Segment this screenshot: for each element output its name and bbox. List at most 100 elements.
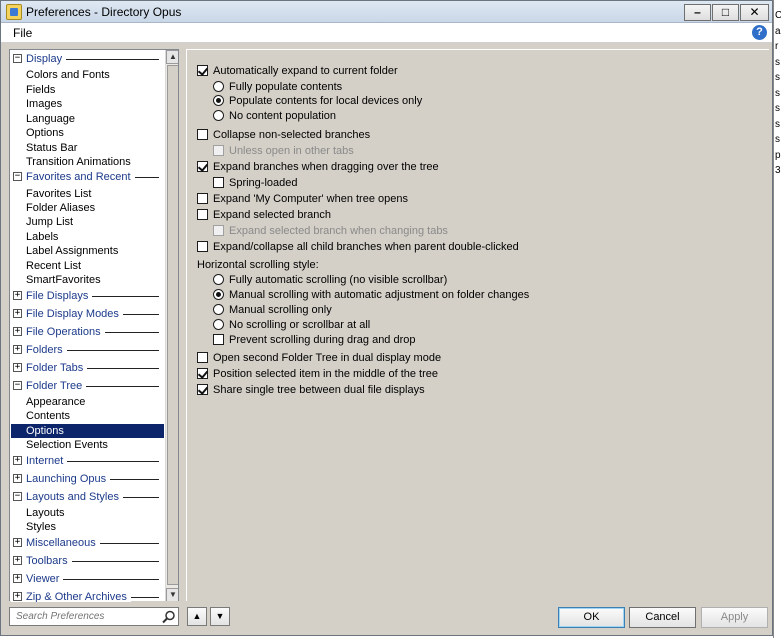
- tree-category-folder-tabs[interactable]: + Folder Tabs: [11, 361, 164, 375]
- share-single-tree-checkbox[interactable]: Share single tree between dual file disp…: [197, 383, 425, 397]
- prevent-scroll-drag-checkbox[interactable]: Prevent scrolling during drag and drop: [213, 333, 416, 347]
- ok-button[interactable]: OK: [558, 607, 625, 628]
- tree-item-label-assignments[interactable]: Label Assignments: [11, 244, 164, 258]
- checkbox-icon[interactable]: [197, 241, 208, 252]
- collapse-non-selected-checkbox[interactable]: Collapse non-selected branches: [197, 128, 370, 142]
- tree-item-layouts[interactable]: Layouts: [11, 506, 164, 520]
- tree-item-language[interactable]: Language: [11, 112, 164, 126]
- tree-category-file-display-modes[interactable]: + File Display Modes: [11, 307, 164, 321]
- radio-icon[interactable]: [213, 274, 224, 285]
- expand-icon[interactable]: +: [13, 474, 22, 483]
- help-icon[interactable]: ?: [752, 25, 767, 40]
- tree-item-status-bar[interactable]: Status Bar: [11, 141, 164, 155]
- title-bar[interactable]: Preferences - Directory Opus – □ ✕: [1, 1, 772, 23]
- menu-file[interactable]: File: [11, 25, 34, 41]
- tree-category-layouts-and-styles[interactable]: − Layouts and Styles: [11, 490, 164, 504]
- no-population-radio[interactable]: No content population: [213, 109, 336, 123]
- checkbox-icon[interactable]: [197, 129, 208, 140]
- scroll-thumb[interactable]: [167, 65, 178, 585]
- checkbox-icon[interactable]: [197, 65, 208, 76]
- expand-icon[interactable]: +: [13, 327, 22, 336]
- radio-icon[interactable]: [213, 95, 224, 106]
- checkbox-icon[interactable]: [197, 193, 208, 204]
- tree-item-images[interactable]: Images: [11, 97, 164, 111]
- auto-expand-checkbox[interactable]: Automatically expand to current folder: [197, 64, 398, 78]
- expand-icon[interactable]: +: [13, 363, 22, 372]
- tree-category-miscellaneous[interactable]: + Miscellaneous: [11, 536, 164, 550]
- expand-icon[interactable]: +: [13, 538, 22, 547]
- tree-item-styles[interactable]: Styles: [11, 520, 164, 534]
- collapse-icon[interactable]: −: [13, 54, 22, 63]
- checkbox-icon[interactable]: [213, 177, 224, 188]
- tree-category-folders[interactable]: + Folders: [11, 343, 164, 357]
- minimize-button[interactable]: –: [684, 4, 711, 21]
- tree-item-favorites-list[interactable]: Favorites List: [11, 187, 164, 201]
- radio-icon[interactable]: [213, 319, 224, 330]
- hs-manual-only-radio[interactable]: Manual scrolling only: [213, 303, 332, 317]
- checkbox-icon[interactable]: [197, 352, 208, 363]
- tree-category-toolbars[interactable]: + Toolbars: [11, 554, 164, 568]
- tree-category-display[interactable]: − Display: [11, 52, 164, 66]
- close-button[interactable]: ✕: [740, 4, 769, 21]
- tree-category-file-operations[interactable]: + File Operations: [11, 325, 164, 339]
- radio-icon[interactable]: [213, 81, 224, 92]
- fully-populate-radio[interactable]: Fully populate contents: [213, 80, 342, 94]
- radio-icon[interactable]: [213, 304, 224, 315]
- expand-icon[interactable]: +: [13, 574, 22, 583]
- collapse-icon[interactable]: −: [13, 172, 22, 181]
- tree-category-file-displays[interactable]: + File Displays: [11, 289, 164, 303]
- collapse-icon[interactable]: −: [13, 381, 22, 390]
- expand-icon[interactable]: +: [13, 556, 22, 565]
- expand-dragging-checkbox[interactable]: Expand branches when dragging over the t…: [197, 160, 439, 174]
- search-icon[interactable]: [162, 610, 176, 624]
- hs-none-radio[interactable]: No scrolling or scrollbar at all: [213, 318, 370, 332]
- tree-item-jump-list[interactable]: Jump List: [11, 215, 164, 229]
- position-middle-checkbox[interactable]: Position selected item in the middle of …: [197, 367, 438, 381]
- expand-collapse-child-checkbox[interactable]: Expand/collapse all child branches when …: [197, 240, 519, 254]
- expand-icon[interactable]: +: [13, 345, 22, 354]
- tree-item-fields[interactable]: Fields: [11, 83, 164, 97]
- expand-my-computer-checkbox[interactable]: Expand 'My Computer' when tree opens: [197, 192, 408, 206]
- tree-item-options[interactable]: Options: [11, 126, 164, 140]
- expand-selected-checkbox[interactable]: Expand selected branch: [197, 208, 331, 222]
- tree-item-options[interactable]: Options: [11, 424, 164, 438]
- tree-category-viewer[interactable]: + Viewer: [11, 572, 164, 586]
- tree-item-transition-animations[interactable]: Transition Animations: [11, 155, 164, 169]
- hs-manual-auto-radio[interactable]: Manual scrolling with automatic adjustme…: [213, 288, 529, 302]
- expand-icon[interactable]: +: [13, 592, 22, 601]
- checkbox-icon[interactable]: [197, 209, 208, 220]
- scroll-down-button[interactable]: ▼: [166, 588, 178, 602]
- hs-fully-auto-radio[interactable]: Fully automatic scrolling (no visible sc…: [213, 273, 447, 287]
- tree-item-colors-and-fonts[interactable]: Colors and Fonts: [11, 68, 164, 82]
- tree-category-folder-tree[interactable]: − Folder Tree: [11, 379, 164, 393]
- spring-loaded-checkbox[interactable]: Spring-loaded: [213, 176, 298, 190]
- expand-icon[interactable]: +: [13, 309, 22, 318]
- tree-scrollbar[interactable]: ▲ ▼: [165, 50, 178, 602]
- checkbox-icon[interactable]: [197, 368, 208, 379]
- tree-item-contents[interactable]: Contents: [11, 409, 164, 423]
- checkbox-icon[interactable]: [197, 384, 208, 395]
- expand-icon[interactable]: +: [13, 291, 22, 300]
- checkbox-icon[interactable]: [213, 334, 224, 345]
- tree-category-favorites-and-recent[interactable]: − Favorites and Recent: [11, 170, 164, 184]
- tree-category-internet[interactable]: + Internet: [11, 454, 164, 468]
- cancel-button[interactable]: Cancel: [629, 607, 696, 628]
- tree-item-folder-aliases[interactable]: Folder Aliases: [11, 201, 164, 215]
- tree-item-labels[interactable]: Labels: [11, 230, 164, 244]
- tree-item-smartfavorites[interactable]: SmartFavorites: [11, 273, 164, 287]
- search-input[interactable]: [14, 609, 154, 624]
- tree-item-recent-list[interactable]: Recent List: [11, 259, 164, 273]
- populate-local-radio[interactable]: Populate contents for local devices only: [213, 94, 422, 108]
- move-up-button[interactable]: ▲: [187, 607, 207, 626]
- maximize-button[interactable]: □: [712, 4, 739, 21]
- open-second-tree-checkbox[interactable]: Open second Folder Tree in dual display …: [197, 351, 441, 365]
- scroll-up-button[interactable]: ▲: [166, 50, 178, 64]
- collapse-icon[interactable]: −: [13, 492, 22, 501]
- tree-category-launching-opus[interactable]: + Launching Opus: [11, 472, 164, 486]
- tree-item-selection-events[interactable]: Selection Events: [11, 438, 164, 452]
- radio-icon[interactable]: [213, 110, 224, 121]
- move-down-button[interactable]: ▼: [210, 607, 230, 626]
- search-box[interactable]: [9, 607, 179, 626]
- expand-icon[interactable]: +: [13, 456, 22, 465]
- tree-item-appearance[interactable]: Appearance: [11, 395, 164, 409]
